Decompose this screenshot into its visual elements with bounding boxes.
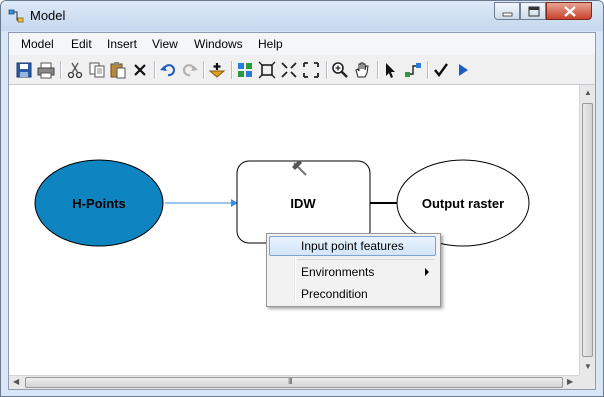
scrollbar-corner — [579, 375, 595, 389]
redo-icon — [183, 64, 198, 77]
maximize-button[interactable] — [520, 2, 546, 20]
horizontal-scrollbar[interactable]: ◀ III ▶ — [9, 375, 579, 389]
context-menu-separator — [297, 259, 434, 260]
context-menu-item-label: Environments — [301, 265, 375, 279]
context-menu-environments[interactable]: Environments — [269, 262, 436, 282]
scroll-right-icon[interactable]: ▶ — [567, 378, 573, 386]
validate-button[interactable] — [432, 61, 450, 79]
tool-node-label: IDW — [290, 196, 316, 211]
scroll-down-icon[interactable]: ▼ — [584, 363, 592, 371]
pan-icon — [355, 62, 369, 78]
model-canvas[interactable]: H-Points IDW Output raster Input point f… — [9, 85, 579, 375]
run-icon — [459, 64, 468, 76]
menu-edit[interactable]: Edit — [71, 37, 92, 51]
toolbar-separator — [231, 61, 233, 79]
maximize-icon — [528, 6, 540, 17]
horizontal-scroll-thumb[interactable]: III — [25, 377, 563, 388]
copy-icon — [89, 62, 105, 78]
connect-button[interactable] — [404, 61, 422, 79]
context-menu-input-point-features[interactable]: Input point features — [269, 236, 436, 256]
copy-button[interactable] — [88, 61, 106, 79]
paste-button[interactable] — [109, 61, 127, 79]
delete-icon — [134, 64, 146, 76]
full-extent-icon — [258, 61, 276, 79]
output-node-label: Output raster — [422, 196, 504, 211]
model-window: Model Model Edit Insert View Windows Hel… — [0, 0, 604, 397]
run-button[interactable] — [454, 61, 472, 79]
auto-layout-button[interactable] — [236, 61, 254, 79]
close-button[interactable] — [546, 2, 592, 20]
print-icon — [37, 62, 55, 79]
menu-view[interactable]: View — [152, 37, 178, 51]
toolbar-separator — [60, 61, 62, 79]
toolbar-separator — [203, 61, 205, 79]
minimize-icon — [502, 12, 513, 17]
scroll-left-icon[interactable]: ◀ — [13, 378, 19, 386]
menu-windows[interactable]: Windows — [194, 37, 243, 51]
fixed-zoom-out-button[interactable] — [302, 61, 320, 79]
scroll-grip: III — [288, 377, 293, 386]
cut-button[interactable] — [66, 61, 84, 79]
menu-insert[interactable]: Insert — [107, 37, 137, 51]
context-menu-precondition[interactable]: Precondition — [269, 284, 436, 304]
select-button[interactable] — [382, 61, 400, 79]
undo-icon — [160, 64, 175, 77]
zoom-in-icon — [332, 62, 348, 78]
cut-icon — [67, 62, 83, 79]
pan-button[interactable] — [353, 61, 371, 79]
submenu-arrow-icon — [425, 268, 429, 276]
redo-button[interactable] — [181, 61, 199, 79]
zoom-in-button[interactable] — [331, 61, 349, 79]
auto-layout-icon — [238, 63, 252, 77]
save-icon — [16, 62, 32, 78]
add-data-button[interactable] — [208, 61, 226, 79]
toolbar — [9, 56, 595, 85]
print-button[interactable] — [37, 61, 55, 79]
toolbar-separator — [427, 61, 429, 79]
window-title: Model — [30, 8, 66, 23]
full-extent-button[interactable] — [258, 61, 276, 79]
context-menu-item-label: Input point features — [301, 239, 404, 253]
title-bar[interactable]: Model — [1, 1, 603, 31]
fixed-zoom-in-icon — [281, 62, 297, 78]
validate-icon — [434, 63, 448, 77]
undo-button[interactable] — [159, 61, 177, 79]
input-node-label: H-Points — [72, 196, 125, 211]
paste-icon — [110, 62, 126, 79]
minimize-button[interactable] — [494, 2, 520, 20]
menu-help[interactable]: Help — [258, 37, 283, 51]
context-menu-item-label: Precondition — [301, 287, 368, 301]
model-app-icon — [8, 9, 24, 23]
scroll-up-icon[interactable]: ▲ — [584, 89, 592, 97]
menu-bar: Model Edit Insert View Windows Help — [9, 33, 595, 55]
vertical-scroll-thumb[interactable] — [582, 103, 593, 357]
context-menu: Input point features Environments Precon… — [266, 233, 441, 307]
save-button[interactable] — [15, 61, 33, 79]
model-client-area: Model Edit Insert View Windows Help H-Po… — [8, 32, 596, 390]
connect-icon — [405, 63, 421, 77]
close-icon — [564, 6, 576, 17]
select-icon — [386, 63, 395, 78]
delete-button[interactable] — [131, 61, 149, 79]
fixed-zoom-in-button[interactable] — [280, 61, 298, 79]
vertical-scrollbar[interactable]: ▲ ▼ — [579, 85, 595, 375]
toolbar-separator — [377, 61, 379, 79]
model-diagram: H-Points IDW Output raster — [34, 159, 530, 247]
fixed-zoom-out-icon — [303, 62, 319, 78]
toolbar-separator — [154, 61, 156, 79]
toolbar-separator — [326, 61, 328, 79]
add-data-icon — [208, 63, 226, 78]
menu-model[interactable]: Model — [21, 37, 54, 51]
